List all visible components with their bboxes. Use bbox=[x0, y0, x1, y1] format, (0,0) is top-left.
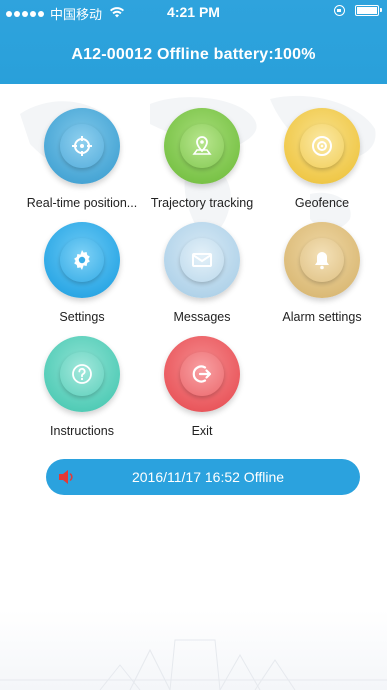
question-icon bbox=[60, 352, 104, 396]
battery-icon bbox=[355, 5, 382, 16]
menu-label: Instructions bbox=[50, 424, 114, 438]
menu-label: Geofence bbox=[294, 196, 350, 210]
envelope-icon bbox=[180, 238, 224, 282]
clock: 4:21 PM bbox=[167, 4, 220, 20]
target-disc-icon bbox=[300, 124, 344, 168]
menu-exit[interactable]: Exit bbox=[137, 336, 267, 438]
page-title: A12-00012 Offline battery:100% bbox=[71, 46, 316, 63]
menu-settings[interactable]: Settings bbox=[17, 222, 147, 324]
menu-instructions[interactable]: Instructions bbox=[17, 336, 147, 438]
device-status-text: 2016/11/17 16:52 Offline bbox=[131, 469, 285, 485]
menu-messages[interactable]: Messages bbox=[137, 222, 267, 324]
menu-realtime-position[interactable]: Real-time position... bbox=[17, 108, 147, 210]
rotation-lock-icon bbox=[334, 5, 345, 16]
menu-label: Settings bbox=[59, 310, 105, 324]
crosshair-icon bbox=[60, 124, 104, 168]
app-header: 中国移动 4:21 PM A12-00012 Offline battery:1… bbox=[0, 0, 387, 84]
status-bar: 中国移动 4:21 PM bbox=[0, 0, 387, 22]
menu-label: Messages bbox=[173, 310, 231, 324]
exit-icon bbox=[180, 352, 224, 396]
menu-alarm-settings[interactable]: Alarm settings bbox=[257, 222, 387, 324]
menu-label: Alarm settings bbox=[282, 310, 362, 324]
menu-trajectory-tracking[interactable]: Trajectory tracking bbox=[137, 108, 267, 210]
footer-decoration bbox=[0, 610, 387, 690]
device-status-bar[interactable]: 2016/11/17 16:52 Offline bbox=[46, 459, 360, 495]
gear-icon bbox=[60, 238, 104, 282]
map-pin-icon bbox=[180, 124, 224, 168]
menu-label: Exit bbox=[191, 424, 213, 438]
bell-icon bbox=[300, 238, 344, 282]
speaker-icon bbox=[59, 470, 73, 484]
menu-geofence[interactable]: Geofence bbox=[257, 108, 387, 210]
menu-label: Trajectory tracking bbox=[150, 196, 254, 210]
menu-label: Real-time position... bbox=[26, 196, 138, 210]
